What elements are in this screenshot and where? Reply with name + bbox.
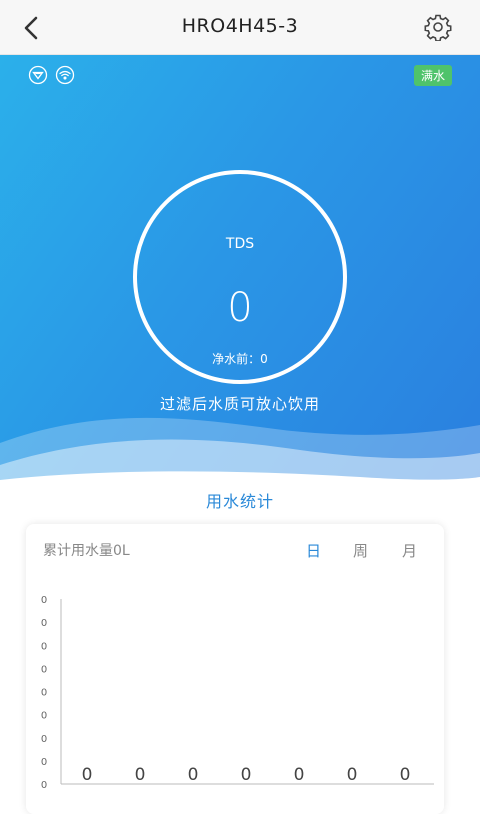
section-title: 用水统计 [205,492,274,511]
y-tick-label: 0 [41,641,47,652]
filter-button[interactable] [28,65,48,85]
filter-icon [28,65,48,85]
tds-ring: TDS 0 净水前：0 [133,170,347,384]
gear-icon [424,14,452,41]
y-tick-label: 0 [41,711,47,722]
tds-label: TDS [225,236,255,252]
usage-chart: 0 0 0 0 0 0 0 0 0 0 0 0 0 0 0 0 [41,595,434,791]
tab-week[interactable]: 周 [353,540,368,561]
usage-card: 累计用水量0L 日 周 月 0 0 0 0 0 0 0 0 0 0 0 0 0 0 0 0 [26,524,444,814]
bar-data-label: 0 [188,765,199,785]
tds-before-value: 净水前：0 [212,352,268,366]
bar-data-label: 0 [135,765,146,785]
total-usage-label: 累计用水量0L [43,543,130,559]
bar-data-label: 0 [347,765,358,785]
tab-day[interactable]: 日 [306,540,321,561]
y-tick-label: 0 [41,688,47,699]
tds-panel: 满水 TDS 0 净水前：0 过滤后水质可放心饮用 [0,55,480,485]
bar-data-label: 0 [82,765,93,785]
y-tick-label: 0 [41,618,47,629]
status-badge: 满水 [413,65,452,86]
wifi-icon [55,65,75,85]
y-tick-label: 0 [41,757,47,768]
bar-data-label: 0 [400,765,411,785]
wifi-button[interactable] [55,65,75,85]
bar-data-label: 0 [294,765,305,785]
y-tick-label: 0 [41,664,47,675]
tab-month[interactable]: 月 [402,540,417,561]
tds-value: 0 [227,285,253,331]
page-title: HRO4H45-3 [181,15,299,37]
settings-button[interactable] [424,13,452,41]
wave-decoration [0,417,480,485]
y-tick-label: 0 [41,595,47,606]
header-bar: HRO4H45-3 [0,0,480,55]
y-tick-label: 0 [41,780,47,791]
bar-data-label: 0 [241,765,252,785]
y-tick-label: 0 [41,734,47,745]
